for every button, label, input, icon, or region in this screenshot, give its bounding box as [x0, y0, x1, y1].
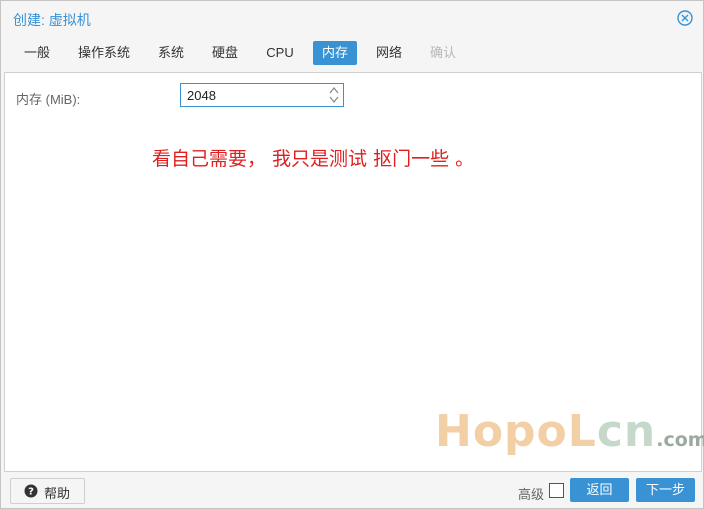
spinner-icon[interactable]	[328, 85, 340, 105]
tab-bar: 一般 操作系统 系统 硬盘 CPU 内存 网络 确认	[1, 37, 703, 69]
svg-text:?: ?	[28, 487, 34, 498]
tab-system[interactable]: 系统	[150, 41, 192, 65]
watermark-logo: HopoLcn.com	[435, 406, 704, 457]
tab-general[interactable]: 一般	[16, 41, 58, 65]
dialog-title: 创建: 虚拟机	[13, 12, 91, 28]
footer-toolbar: ? 帮助 高级 返回 下一步	[1, 472, 703, 508]
watermark-part3: .com	[656, 429, 704, 451]
watermark-part2: cn	[596, 406, 657, 457]
create-vm-dialog: 创建: 虚拟机 一般 操作系统 系统 硬盘 CPU 内存 网络 确认 内存 (M…	[0, 0, 704, 509]
tab-cpu[interactable]: CPU	[258, 41, 302, 65]
next-button[interactable]: 下一步	[636, 478, 695, 502]
tab-disk[interactable]: 硬盘	[204, 41, 246, 65]
tab-network[interactable]: 网络	[368, 41, 410, 65]
close-icon[interactable]	[677, 10, 693, 26]
help-label: 帮助	[44, 486, 71, 501]
watermark-part1: HopoL	[435, 406, 597, 457]
memory-panel: 内存 (MiB): 看自己需要， 我只是测试 抠门一些 。 HopoLcn.co…	[4, 72, 704, 472]
memory-label: 内存 (MiB):	[16, 92, 81, 107]
question-circle-icon: ?	[24, 484, 38, 498]
annotation-text: 看自己需要， 我只是测试 抠门一些 。	[152, 148, 475, 170]
tab-confirm: 确认	[429, 45, 456, 60]
advanced-checkbox[interactable]	[549, 483, 564, 498]
back-button[interactable]: 返回	[570, 478, 629, 502]
tab-os[interactable]: 操作系统	[70, 41, 138, 65]
advanced-label: 高级	[518, 487, 545, 502]
help-button[interactable]: ? 帮助	[10, 478, 85, 504]
title-bar: 创建: 虚拟机	[1, 1, 703, 37]
memory-field[interactable]	[180, 83, 344, 107]
tab-memory[interactable]: 内存	[313, 41, 357, 65]
memory-input[interactable]	[181, 84, 323, 106]
